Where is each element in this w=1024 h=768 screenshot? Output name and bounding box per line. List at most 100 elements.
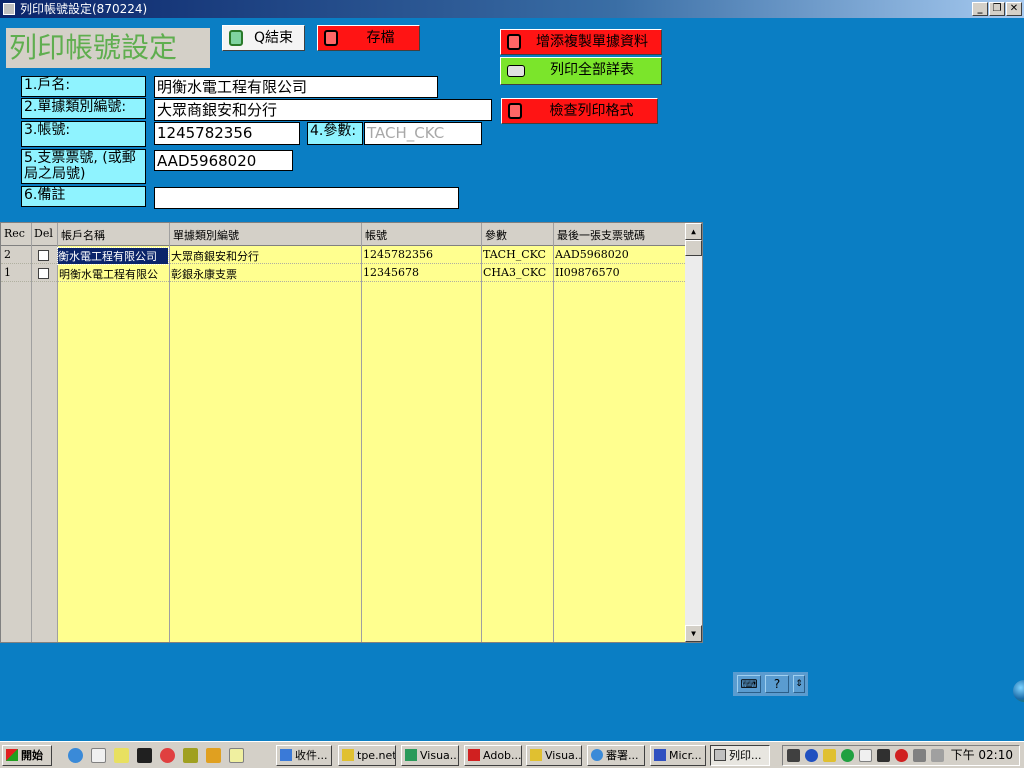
window-title-bar: 列印帳號設定(870224) _ ❐ ✕ <box>0 0 1024 18</box>
header-rec: Rec <box>4 227 25 240</box>
floppy-disk-icon <box>508 103 522 119</box>
app-icon[interactable] <box>183 748 198 763</box>
header-account-name[interactable]: 帳戶名稱 <box>61 227 105 243</box>
note-label: 6.備註 <box>21 186 146 207</box>
table-row[interactable]: 1 明衡水電工程有限公 彰銀永康支票 12345678 CHA3_CKC II0… <box>1 264 685 282</box>
row-account-name[interactable]: 衡水電工程有限公司 <box>57 247 169 265</box>
taskbar-button[interactable]: Adob... <box>464 745 522 766</box>
taskbar-button-label: Visua... <box>420 749 459 762</box>
globe-icon[interactable] <box>841 749 854 762</box>
window-title: 列印帳號設定(870224) <box>20 2 148 16</box>
copy-document-button-label: 增添複製單據資料 <box>536 34 648 50</box>
account-name-field[interactable]: 明衡水電工程有限公司 <box>154 76 438 98</box>
printer-icon[interactable] <box>931 749 944 762</box>
page-title: 列印帳號設定 <box>6 28 210 68</box>
row-account-name[interactable]: 明衡水電工程有限公 <box>59 266 169 282</box>
system-tray: 下午 02:10 <box>782 745 1020 766</box>
adobe-icon <box>468 749 480 761</box>
taskbar-button-label: 審署... <box>606 749 639 762</box>
param-label: 4.參數: <box>307 122 363 145</box>
visual-studio-icon <box>405 749 417 761</box>
taskbar-button[interactable]: Visua... <box>401 745 459 766</box>
taskbar-button[interactable]: 收件... <box>276 745 332 766</box>
monitor-icon[interactable] <box>877 749 890 762</box>
check-print-format-button[interactable]: 檢查列印格式 <box>501 98 658 124</box>
print-all-button[interactable]: 列印全部詳表 <box>500 57 662 85</box>
taskbar-button-label: tpe.net <box>357 749 396 762</box>
delete-checkbox[interactable] <box>38 268 49 279</box>
minimize-button[interactable]: _ <box>972 2 988 16</box>
row-param[interactable]: TACH_CKC <box>483 248 546 261</box>
doc-type-label: 2.單據類別編號: <box>21 98 146 119</box>
app-icon[interactable] <box>859 749 872 762</box>
form-icon <box>714 749 726 761</box>
clock[interactable]: 下午 02:10 <box>951 748 1013 763</box>
taskbar-button-label: 列印... <box>729 749 762 762</box>
start-button[interactable]: 開始 <box>2 745 52 766</box>
media-icon[interactable] <box>137 748 152 763</box>
volume-icon[interactable] <box>787 749 800 762</box>
device-icon[interactable] <box>913 749 926 762</box>
copy-document-button[interactable]: 增添複製單據資料 <box>500 29 662 55</box>
doc-type-field[interactable]: 大眾商銀安和分行 <box>154 99 492 121</box>
header-param[interactable]: 參數 <box>485 227 507 243</box>
account-name-label: 1.戶名: <box>21 76 146 97</box>
taskbar-button[interactable]: tpe.net <box>338 745 396 766</box>
taskbar-button[interactable]: 審署... <box>587 745 645 766</box>
save-button[interactable]: 存檔 <box>317 25 420 51</box>
row-account-number[interactable]: 12345678 <box>363 266 419 279</box>
taskbar-button-label: Visua... <box>545 749 582 762</box>
help-icon <box>530 749 542 761</box>
header-account-number[interactable]: 帳號 <box>365 227 387 243</box>
note-field[interactable] <box>154 187 459 209</box>
outlook-icon <box>280 749 292 761</box>
search-icon <box>342 749 354 761</box>
table-row[interactable]: 2 衡水電工程有限公司 大眾商銀安和分行 1245782356 TACH_CKC… <box>1 246 685 265</box>
grid-col-divider <box>481 223 482 642</box>
windows-logo-icon <box>6 749 18 761</box>
header-last-cheque[interactable]: 最後一張支票號碼 <box>557 227 645 243</box>
scroll-up-arrow-icon[interactable]: ▲ <box>685 223 702 240</box>
account-grid[interactable]: Rec Del 帳戶名稱 單據類別編號 帳號 參數 最後一張支票號碼 2 衡水電… <box>0 222 703 643</box>
globe-icon[interactable] <box>1013 680 1024 702</box>
pen-icon[interactable] <box>823 749 836 762</box>
row-last-cheque[interactable]: AAD5968020 <box>555 248 629 261</box>
antivirus-icon[interactable] <box>895 749 908 762</box>
taskbar-button-active[interactable]: 列印... <box>710 745 770 766</box>
param-field[interactable]: TACH_CKC <box>364 122 482 145</box>
taskbar-button[interactable]: Micr... <box>650 745 706 766</box>
scroll-down-arrow-icon[interactable]: ▼ <box>685 625 702 642</box>
grid-left-columns <box>1 246 57 642</box>
row-doc-type[interactable]: 彰銀永康支票 <box>171 266 237 282</box>
close-button[interactable]: ✕ <box>1006 2 1022 16</box>
header-doc-type[interactable]: 單據類別編號 <box>173 227 239 243</box>
scroll-thumb[interactable] <box>685 240 702 256</box>
network-icon[interactable] <box>805 749 818 762</box>
taskbar: 開始 收件... tpe.net Visua... Adob... Visua.… <box>0 741 1024 768</box>
spin-arrows-icon[interactable]: ⇕ <box>793 675 805 693</box>
row-param[interactable]: CHA3_CKC <box>483 266 546 279</box>
delete-checkbox[interactable] <box>38 250 49 261</box>
form-icon <box>3 3 15 15</box>
cheque-number-field[interactable]: AAD5968020 <box>154 150 293 171</box>
taskbar-button[interactable]: Visua... <box>526 745 582 766</box>
notepad-icon[interactable] <box>229 748 244 763</box>
row-last-cheque[interactable]: II09876570 <box>555 266 620 279</box>
balloon-icon[interactable] <box>160 748 175 763</box>
show-desktop-icon[interactable] <box>91 748 106 763</box>
ie-icon[interactable] <box>68 748 83 763</box>
explorer-icon[interactable] <box>114 748 129 763</box>
player-icon[interactable] <box>206 748 221 763</box>
keyboard-icon[interactable]: ⌨ <box>737 675 761 693</box>
row-account-number[interactable]: 1245782356 <box>363 248 433 261</box>
help-icon[interactable]: ? <box>765 675 789 693</box>
account-number-field[interactable]: 1245782356 <box>154 122 300 145</box>
taskbar-button-label: Micr... <box>669 749 702 762</box>
grid-col-divider <box>361 223 362 642</box>
exit-button[interactable]: Q結束 <box>222 25 305 51</box>
restore-button[interactable]: ❐ <box>989 2 1005 16</box>
check-print-format-button-label: 檢查列印格式 <box>549 103 634 119</box>
grid-vertical-scrollbar[interactable]: ▲ ▼ <box>685 223 702 642</box>
floppy-disk-icon <box>507 34 521 50</box>
row-doc-type[interactable]: 大眾商銀安和分行 <box>171 248 259 264</box>
